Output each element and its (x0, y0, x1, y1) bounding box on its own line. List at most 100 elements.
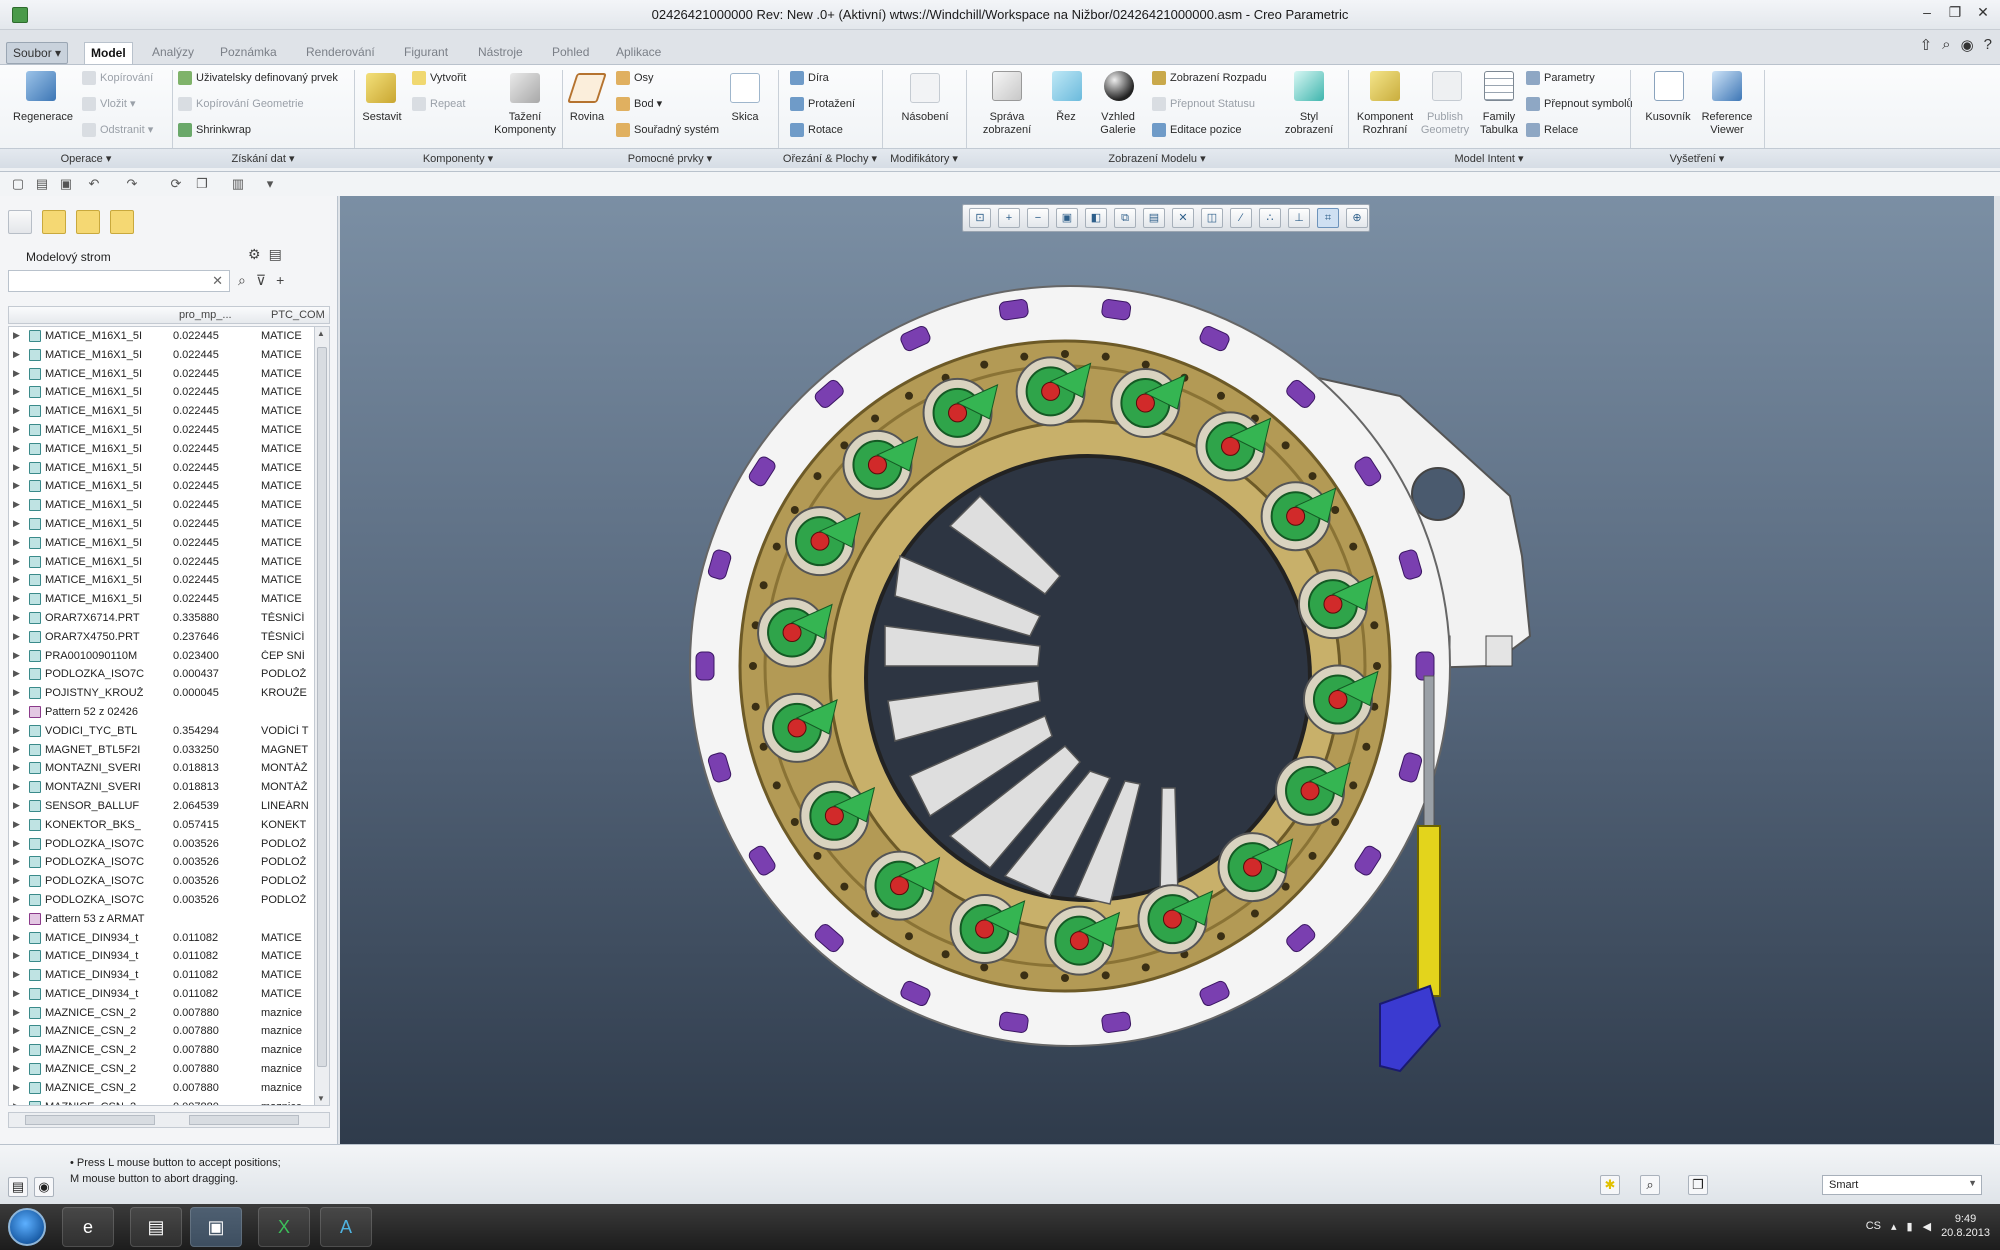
styl-zobrazeni-label[interactable]: Styl zobrazení (1276, 111, 1342, 137)
tree-row[interactable]: ▶MAZNICE_CSN_20.007880maznice (9, 1098, 321, 1105)
tree-row[interactable]: ▶ MATICE_DIN934_t 0.011082 MATICE (9, 985, 321, 1004)
expand-arrow-icon[interactable]: ▶ (13, 819, 20, 830)
tab-pohled[interactable]: Pohled (546, 42, 595, 64)
nasobeni-label[interactable]: Násobení (892, 111, 958, 124)
tab-nastroje[interactable]: Nástroje (472, 42, 529, 64)
expand-arrow-icon[interactable]: ▶ (13, 838, 20, 849)
expand-arrow-icon[interactable]: ▶ (13, 462, 20, 473)
repeat-button[interactable]: Repeat (412, 97, 465, 111)
tree-row[interactable]: ▶ MATICE_M16X1_5I 0.022445 MATICE (9, 402, 321, 421)
scroll-up-icon[interactable]: ▲ (317, 329, 325, 338)
graphics-area[interactable]: ⊡ + − ▣ ◧ ⧉ ▤ ✕ ◫ ∕ ∴ ⊥ ⌗ ⊕ (340, 196, 1994, 1144)
cylinder-mount-blue[interactable] (1379, 984, 1442, 1073)
editace-pozice-button[interactable]: Editace pozice (1152, 123, 1242, 137)
tree-row[interactable]: ▶ MATICE_M16X1_5I 0.022445 MATICE (9, 440, 321, 459)
tree-row[interactable]: ▶ MATICE_M16X1_5I 0.022445 MATICE (9, 346, 321, 365)
expand-arrow-icon[interactable]: ▶ (13, 1044, 20, 1055)
file-explorer-icon[interactable]: ▤ (130, 1207, 182, 1247)
dira-button[interactable]: Díra (790, 71, 829, 85)
group-modifikatory[interactable]: Modifikátory ▾ (882, 152, 966, 165)
tab-aplikace[interactable]: Aplikace (610, 42, 667, 64)
tree-row[interactable]: ▶ VODICI_TYC_BTL 0.354294 VODÍCÍ T (9, 722, 321, 741)
tree-row[interactable]: ▶ MAGNET_BTL5F2I 0.033250 MAGNET (9, 741, 321, 760)
tree-vertical-scrollbar[interactable]: ▲ ▼ (314, 326, 330, 1106)
tazeni-komponenty-label[interactable]: Tažení Komponenty (490, 111, 560, 137)
expand-arrow-icon[interactable]: ▶ (13, 650, 20, 661)
appearance-gallery-icon[interactable] (1104, 71, 1134, 101)
folder-browser-icon[interactable] (76, 210, 100, 234)
expand-arrow-icon[interactable]: ▶ (13, 518, 20, 529)
kusovnik-label[interactable]: Kusovník (1638, 111, 1698, 124)
vlozit-button[interactable]: Vložit ▾ (82, 97, 135, 112)
tree-row[interactable]: ▶ MATICE_DIN934_t 0.011082 MATICE (9, 929, 321, 948)
start-button[interactable] (8, 1208, 46, 1246)
kopirovani-button[interactable]: Kopírování (82, 71, 153, 85)
tree-row[interactable]: ▶MAZNICE_CSN_20.007880maznice (9, 1004, 321, 1023)
expand-arrow-icon[interactable]: ▶ (13, 1082, 20, 1093)
expand-arrow-icon[interactable]: ▶ (13, 950, 20, 961)
tree-row[interactable]: ▶ MATICE_DIN934_t 0.011082 MATICE (9, 966, 321, 985)
h-scroll-thumb-columns[interactable] (189, 1115, 299, 1125)
tree-row[interactable]: ▶ PODLOZKA_ISO7C 0.003526 PODLOŽ (9, 872, 321, 891)
clock[interactable]: 9:49 20.8.2013 (1941, 1212, 1990, 1240)
tree-horizontal-scrollbar[interactable] (8, 1112, 330, 1128)
tree-row[interactable]: ▶ ORAR7X4750.PRT 0.237646 TĚSNÍCÍ (9, 628, 321, 647)
tree-settings-icon[interactable]: ⚙ (248, 246, 261, 263)
customize-toolbar-icon[interactable]: ▾ (262, 176, 278, 192)
windows-icon[interactable]: ❐ (194, 176, 210, 192)
open-file-icon[interactable]: ▤ (34, 176, 50, 192)
expand-arrow-icon[interactable]: ▶ (13, 913, 20, 924)
group-pomocne-prvky[interactable]: Pomocné prvky ▾ (562, 152, 778, 165)
layer-tree-tab-icon[interactable] (42, 210, 66, 234)
regenerace-label[interactable]: Regenerace (8, 111, 78, 124)
family-tabulka-label[interactable]: Family Tabulka (1472, 111, 1526, 137)
tab-figurant[interactable]: Figurant (398, 42, 454, 64)
section-icon[interactable] (1052, 71, 1082, 101)
zobrazeni-rozpadu-button[interactable]: Zobrazení Rozpadu (1152, 71, 1267, 85)
group-vysetreni[interactable]: Vyšetření ▾ (1630, 152, 1764, 165)
shrinkwrap-button[interactable]: Shrinkwrap (178, 123, 251, 137)
tab-analyzy[interactable]: Analýzy (146, 42, 200, 64)
protazeni-button[interactable]: Protažení (790, 97, 855, 111)
assembly-model[interactable] (340, 196, 1994, 1144)
add-column-icon[interactable]: + (276, 272, 284, 289)
tree-row[interactable]: ▶ PODLOZKA_ISO7C 0.000437 PODLOŽ (9, 665, 321, 684)
tree-row[interactable]: ▶ PODLOZKA_ISO7C 0.003526 PODLOŽ (9, 835, 321, 854)
souradny-system-button[interactable]: Souřadný systém (616, 123, 719, 137)
expand-arrow-icon[interactable]: ▶ (13, 932, 20, 943)
tree-row[interactable]: ▶ KONEKTOR_BKS_ 0.057415 KONEKT (9, 816, 321, 835)
selection-tool-icon[interactable]: ✱ (1600, 1175, 1620, 1195)
column-pro-mp[interactable]: pro_mp_... (179, 309, 232, 321)
tree-row[interactable]: ▶ Pattern 52 z 02426 (9, 703, 321, 722)
prepnout-symbolu-button[interactable]: Přepnout symbolů (1526, 97, 1633, 111)
clamp[interactable] (1101, 1011, 1132, 1033)
expand-arrow-icon[interactable]: ▶ (13, 1025, 20, 1036)
expand-arrow-icon[interactable]: ▶ (13, 537, 20, 548)
expand-arrow-icon[interactable]: ▶ (13, 386, 20, 397)
tree-row[interactable]: ▶ MATICE_M16X1_5I 0.022445 MATICE (9, 534, 321, 553)
tray-expand-icon[interactable]: ▴ (1891, 1220, 1897, 1233)
expand-arrow-icon[interactable]: ▶ (13, 1007, 20, 1018)
expand-arrow-icon[interactable]: ▶ (13, 368, 20, 379)
rotace-button[interactable]: Rotace (790, 123, 843, 137)
publish-geometry-icon[interactable] (1432, 71, 1462, 101)
expand-arrow-icon[interactable]: ▶ (13, 612, 20, 623)
redo-icon[interactable]: ↷ (124, 176, 140, 192)
scroll-down-icon[interactable]: ▼ (317, 1094, 325, 1103)
expand-arrow-icon[interactable]: ▶ (13, 668, 20, 679)
tree-row[interactable]: ▶ POJISTNY_KROUŽ 0.000045 KROUŽE (9, 684, 321, 703)
language-indicator[interactable]: CS (1866, 1220, 1881, 1232)
tree-row[interactable]: ▶ MATICE_M16X1_5I 0.022445 MATICE (9, 421, 321, 440)
up-arrow-icon[interactable]: ⇧ (1920, 36, 1933, 54)
expand-arrow-icon[interactable]: ▶ (13, 405, 20, 416)
expand-arrow-icon[interactable]: ▶ (13, 781, 20, 792)
tree-row[interactable]: ▶MAZNICE_CSN_20.007880maznice (9, 1041, 321, 1060)
assemble-icon[interactable] (366, 73, 396, 103)
reference-viewer-icon[interactable] (1712, 71, 1742, 101)
minimize-icon[interactable]: – (1918, 4, 1936, 21)
tab-renderovani[interactable]: Renderování (300, 42, 381, 64)
expand-arrow-icon[interactable]: ▶ (13, 349, 20, 360)
expand-arrow-icon[interactable]: ▶ (13, 593, 20, 604)
regenerate-small-icon[interactable]: ⟳ (168, 176, 184, 192)
expand-arrow-icon[interactable]: ▶ (13, 1063, 20, 1074)
